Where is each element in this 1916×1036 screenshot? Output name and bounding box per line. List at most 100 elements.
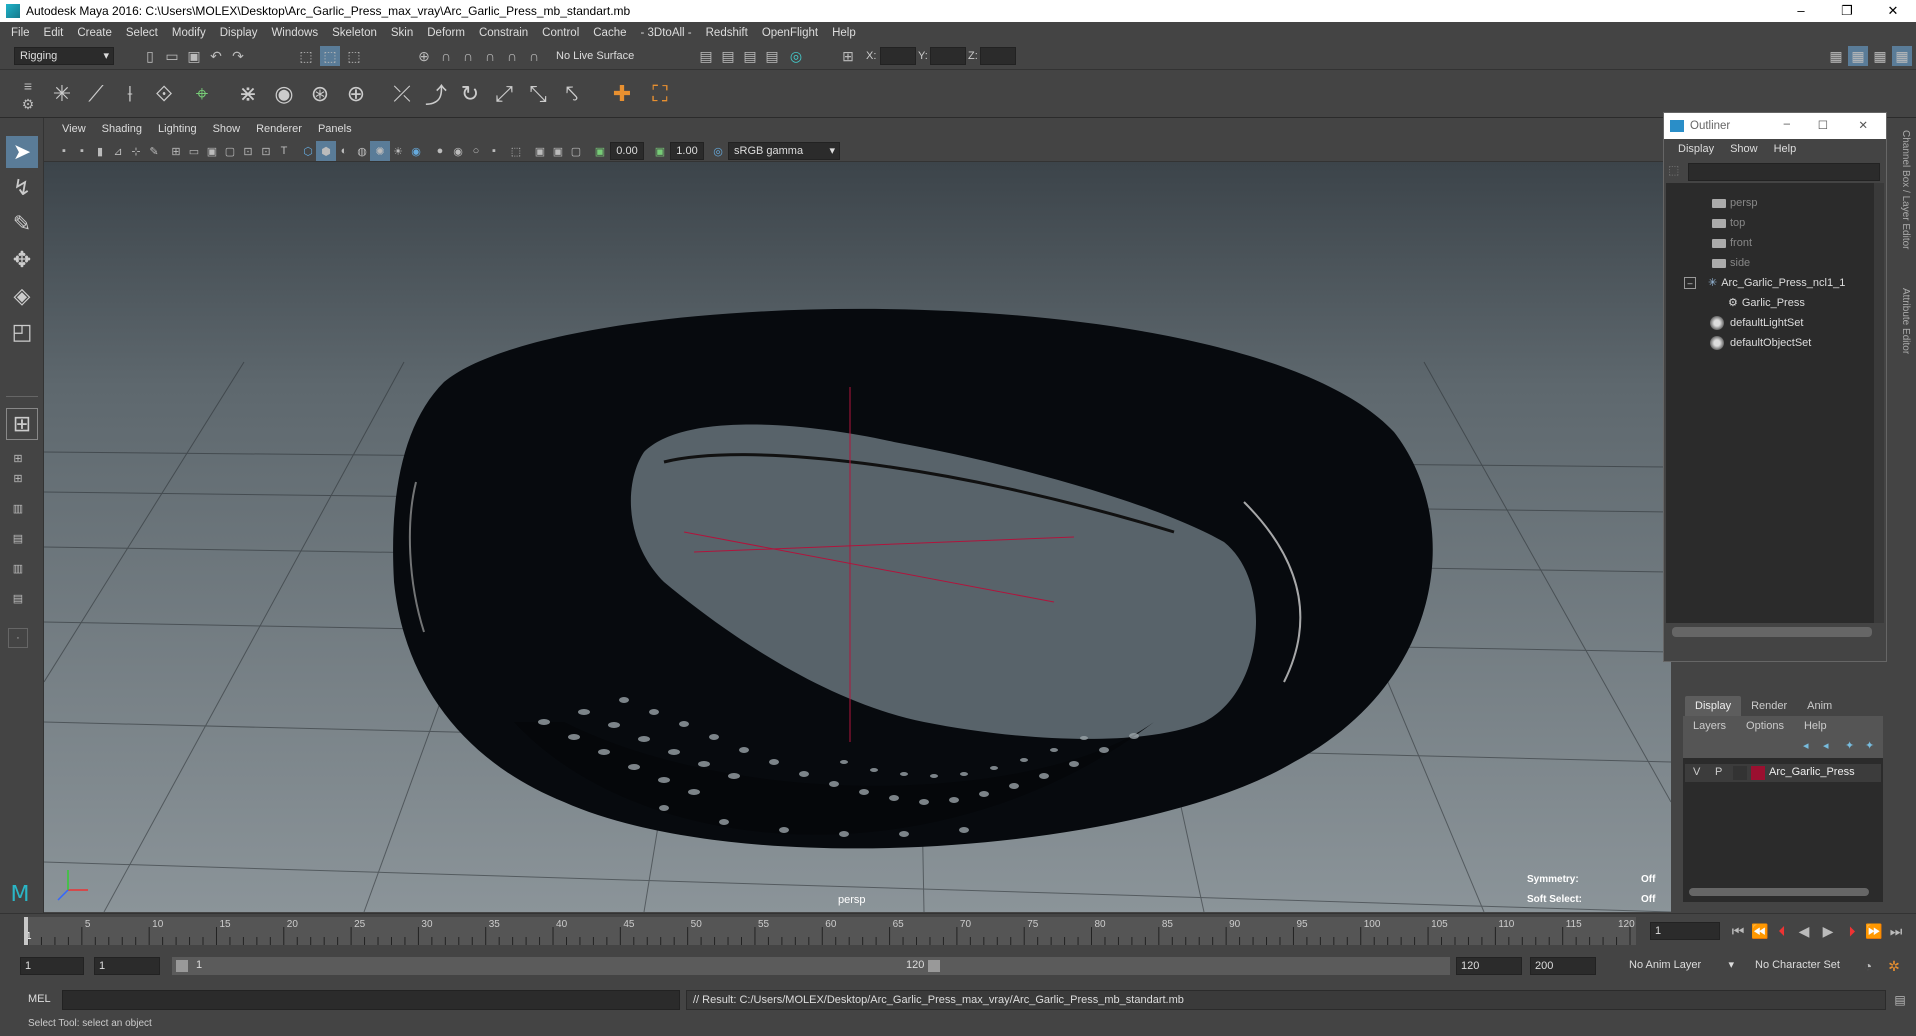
shelf-options-icon[interactable]: ⚙ [18,94,38,114]
vp-menu-lighting[interactable]: Lighting [150,123,205,135]
script-editor-icon[interactable]: ▤ [1890,990,1910,1010]
range-start-field[interactable]: 1 [20,957,84,975]
range-slider[interactable]: 1 120 [172,957,944,975]
undo-icon[interactable]: ↶ [206,46,226,66]
viewport-persp[interactable]: persp Symmetry: Off Soft Select: Off [44,162,1671,912]
current-time-marker[interactable] [24,917,28,945]
save-scene-icon[interactable]: ▣ [184,46,204,66]
color-space-dropdown[interactable]: sRGB gamma ▾ [728,142,840,160]
close-button[interactable]: ✕ [1870,0,1916,22]
backface-icon[interactable]: ▢ [566,141,586,161]
new-layer-selected-icon[interactable]: ✦ [1865,739,1874,752]
menu-skin[interactable]: Skin [384,27,420,39]
outliner-search-input[interactable] [1688,163,1880,181]
x-field[interactable] [880,47,916,65]
new-scene-icon[interactable]: ▯ [140,46,160,66]
insert-joint-icon[interactable]: ⟐ [148,78,180,110]
transform-mode-icon[interactable]: ⊞ [838,46,858,66]
joint-tool-icon[interactable]: ✳ [46,78,78,110]
anim-preferences-icon[interactable]: ✲ [1884,956,1904,976]
outliner-vertical-scrollbar[interactable] [1874,183,1884,623]
layout-dual-icon[interactable]: ▥ [8,558,28,578]
play-forward-icon[interactable]: ▶ [1818,921,1838,941]
attribute-editor-toggle-icon[interactable]: ▦ [1870,46,1890,66]
layer-type-toggle[interactable] [1733,766,1747,780]
snap-view-icon[interactable]: ∩ [502,46,522,66]
xray-components-icon[interactable]: ▣ [548,141,568,161]
attribute-editor-side-tab[interactable]: Attribute Editor [1900,288,1911,354]
range-slider-track[interactable] [944,957,1450,975]
outliner-maximize-button[interactable]: ☐ [1818,118,1828,132]
range-end-field[interactable]: 200 [1530,957,1596,975]
ik-handle-icon[interactable]: ⟋ [80,78,112,110]
menu-constrain[interactable]: Constrain [472,27,535,39]
ipr-render-icon[interactable]: ▤ [740,46,760,66]
motion-blur-icon[interactable]: ● [430,141,450,161]
go-to-end-icon[interactable]: ⏭ [1886,921,1906,941]
textured-icon[interactable]: ◍ [352,141,372,161]
layer-visibility-toggle[interactable]: V [1693,766,1700,778]
menu-3dtoall[interactable]: - 3DtoAll - [634,27,699,39]
render-view-icon[interactable]: ▤ [762,46,782,66]
vp-menu-shading[interactable]: Shading [94,123,150,135]
depth-of-field-icon[interactable]: ○ [466,141,486,161]
minimize-button[interactable]: – [1778,0,1824,22]
layer-menu-help[interactable]: Help [1794,716,1837,736]
tab-render[interactable]: Render [1741,696,1797,716]
step-back-key-icon[interactable]: ⏪ [1750,921,1770,941]
layer-move-down-icon[interactable]: ◂ [1823,739,1829,752]
channel-box-side-tab[interactable]: Channel Box / Layer Editor [1900,130,1911,250]
auto-key-icon[interactable]: ◔ [1858,956,1878,976]
outliner-filter-icon[interactable]: ⬚ [1668,163,1684,179]
command-input[interactable] [62,990,680,1010]
layer-color-swatch[interactable] [1751,766,1765,780]
y-field[interactable] [930,47,966,65]
current-frame-field[interactable]: 1 [1650,922,1720,940]
layout-outliner-icon[interactable]: ▥ [8,498,28,518]
outliner-menu-show[interactable]: Show [1722,143,1766,155]
wire-icon[interactable]: ⊕ [340,78,372,110]
outliner-item-top[interactable]: top [1712,213,1745,233]
layer-menu-options[interactable]: Options [1736,716,1794,736]
ik-spline-icon[interactable]: ⟊ [114,78,146,110]
time-slider[interactable]: 5 10 15 20 25 30 35 40 45 50 55 60 65 70 75 80 85 90 95 100… [24,917,1636,945]
restore-button[interactable]: ❐ [1824,0,1870,22]
layout-hypershade-icon[interactable]: ▤ [8,588,28,608]
channel-box-toggle-icon[interactable]: ▦ [1848,46,1868,66]
menu-display[interactable]: Display [213,27,265,39]
snap-grid-icon[interactable]: ⊕ [414,46,434,66]
playback-end-field[interactable]: 120 [1456,957,1522,975]
rotate-tool-icon[interactable]: ◈ [6,280,38,312]
menu-skeleton[interactable]: Skeleton [325,27,384,39]
use-all-lights-icon[interactable]: ✺ [370,141,390,161]
outliner-item-default-light-set[interactable]: defaultLightSet [1710,313,1803,333]
shelf-menu-icon[interactable]: ≡ [18,76,38,96]
wrap-icon[interactable]: ⊛ [304,78,336,110]
gamma-field[interactable]: 1.00 [670,142,704,160]
layer-playback-toggle[interactable]: P [1715,766,1722,778]
play-backward-icon[interactable]: ◀ [1794,921,1814,941]
step-forward-frame-icon[interactable]: ⏵ [1842,921,1862,941]
menu-modify[interactable]: Modify [165,27,213,39]
outliner-menu-help[interactable]: Help [1766,143,1805,155]
layout-graph-icon[interactable]: ▤ [8,528,28,548]
layer-row[interactable]: V P Arc_Garlic_Press [1685,764,1881,782]
xray-joints-icon[interactable]: ▣ [530,141,550,161]
smooth-shade-icon[interactable]: ⬢ [316,141,336,161]
grid-toggle-icon[interactable]: ⊞ [166,141,186,161]
outliner-item-group[interactable]: – ✳ Arc_Garlic_Press_ncl1_1 [1684,273,1845,293]
hypershade-icon[interactable]: ◎ [786,46,806,66]
range-start-handle[interactable] [176,960,188,972]
menu-windows[interactable]: Windows [264,27,325,39]
outliner-horizontal-scrollbar[interactable] [1672,627,1872,637]
cluster-icon[interactable]: ⋇ [232,78,264,110]
layer-move-up-icon[interactable]: ◂ [1803,739,1809,752]
grease-pencil-icon[interactable]: ✎ [144,141,164,161]
wireframe-on-shaded-icon[interactable]: ◐ [334,141,354,161]
xray-icon[interactable]: ⬚ [506,141,526,161]
camera-attributes-icon[interactable]: ▪ [72,141,92,161]
single-view-icon[interactable]: ⊞ [6,408,38,440]
parent-constraint-icon[interactable]: ⤡ [522,78,554,110]
snap-curve-icon[interactable]: ∩ [436,46,456,66]
lattice-icon[interactable]: ◉ [268,78,300,110]
